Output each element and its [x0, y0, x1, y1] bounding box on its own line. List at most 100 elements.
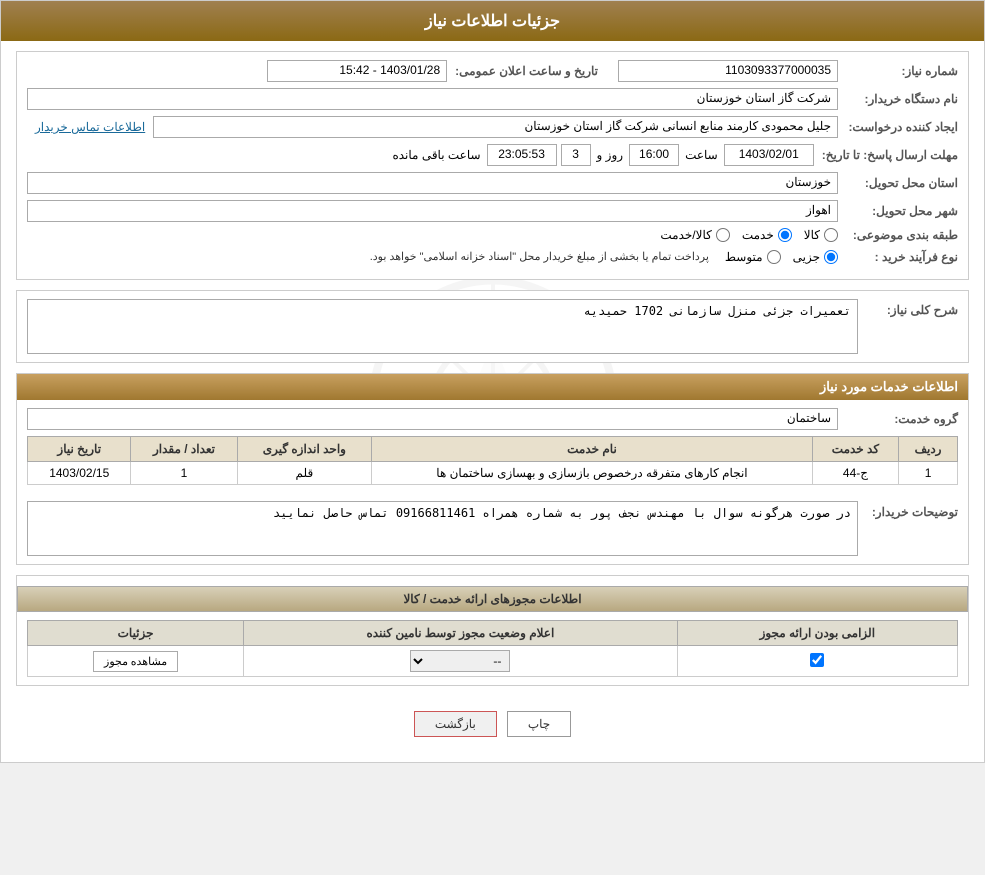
deadline-days: 3 — [561, 144, 591, 166]
purchase-type-note: پرداخت تمام یا بخشی از مبلغ خریدار محل "… — [364, 248, 715, 265]
service-group-label: گروه خدمت: — [838, 412, 958, 426]
perm-required-cell — [677, 646, 957, 677]
purchase-jozi-label: جزیی — [793, 250, 820, 264]
perm-col-status: اعلام وضعیت مجوز توسط نامین کننده — [244, 621, 677, 646]
content-area: شماره نیاز: 1103093377000035 تاریخ و ساع… — [1, 41, 984, 762]
col-unit: واحد اندازه گیری — [237, 437, 372, 462]
buyer-label: نام دستگاه خریدار: — [838, 92, 958, 106]
buyer-notes-label: توضیحات خریدار: — [858, 501, 958, 519]
view-permit-button[interactable]: مشاهده مجوز — [93, 651, 178, 672]
province-row: استان محل تحویل: خوزستان — [27, 172, 958, 194]
category-khedmat-label: خدمت — [742, 228, 774, 242]
perm-col-details: جزئیات — [28, 621, 244, 646]
announce-label: تاریخ و ساعت اعلان عمومی: — [447, 64, 598, 78]
category-khedmat-radio[interactable] — [778, 228, 792, 242]
purchase-type-label: نوع فرآیند خرید : — [838, 250, 958, 264]
category-kala[interactable]: کالا — [804, 228, 838, 242]
main-info-section: شماره نیاز: 1103093377000035 تاریخ و ساع… — [16, 51, 969, 280]
services-table-section: ردیف کد خدمت نام خدمت واحد اندازه گیری ت… — [27, 436, 958, 485]
city-label: شهر محل تحویل: — [838, 204, 958, 218]
need-description-section: شرح کلی نیاز: — [16, 290, 969, 363]
print-button[interactable]: چاپ — [507, 711, 571, 737]
services-table: ردیف کد خدمت نام خدمت واحد اندازه گیری ت… — [27, 436, 958, 485]
page-title: جزئیات اطلاعات نیاز — [1, 1, 984, 41]
purchase-type-row: نوع فرآیند خرید : جزیی متوسط پرداخت — [27, 248, 958, 265]
perm-status-select[interactable]: -- — [410, 650, 510, 672]
services-section: اطلاعات خدمات مورد نیاز گروه خدمت: ساختم… — [16, 373, 969, 565]
purchase-motavaset-label: متوسط — [725, 250, 763, 264]
city-row: شهر محل تحویل: اهواز — [27, 200, 958, 222]
buyer-row: نام دستگاه خریدار: شرکت گاز استان خوزستا… — [27, 88, 958, 110]
deadline-day-label: روز و — [591, 146, 630, 164]
province-value: خوزستان — [27, 172, 838, 194]
back-button[interactable]: بازگشت — [414, 711, 497, 737]
services-body: گروه خدمت: ساختمان ردیف کد خدمت نام خدمت… — [17, 400, 968, 493]
cell-service-name: انجام کارهای متفرقه درخصوص بازسازی و بهس… — [372, 462, 813, 485]
cell-row-num: 1 — [899, 462, 958, 485]
province-label: استان محل تحویل: — [838, 176, 958, 190]
purchase-jozi-radio[interactable] — [824, 250, 838, 264]
col-service-name: نام خدمت — [372, 437, 813, 462]
announce-row: شماره نیاز: 1103093377000035 تاریخ و ساع… — [27, 60, 958, 82]
permissions-header-row: الزامی بودن ارائه مجوز اعلام وضعیت مجوز … — [28, 621, 958, 646]
perm-col-required: الزامی بودن ارائه مجوز — [677, 621, 957, 646]
table-row: 1 ج-44 انجام کارهای متفرقه درخصوص بازساز… — [28, 462, 958, 485]
service-group-value: ساختمان — [27, 408, 838, 430]
deadline-row: مهلت ارسال پاسخ: تا تاریخ: 1403/02/01 سا… — [27, 144, 958, 166]
buyer-notes-row: توضیحات خریدار: — [17, 493, 968, 564]
category-radio-group: کالا خدمت کالا/خدمت — [660, 228, 838, 242]
contact-link[interactable]: اطلاعات تماس خریدار — [35, 120, 145, 134]
permissions-section: اطلاعات مجوزهای ارائه خدمت / کالا الزامی… — [16, 575, 969, 686]
category-kala-label: کالا — [804, 228, 820, 242]
cell-date: 1403/02/15 — [28, 462, 131, 485]
permissions-title: اطلاعات مجوزهای ارائه خدمت / کالا — [17, 586, 968, 612]
permissions-body: الزامی بودن ارائه مجوز اعلام وضعیت مجوز … — [17, 612, 968, 685]
services-header: اطلاعات خدمات مورد نیاز — [17, 374, 968, 400]
cell-quantity: 1 — [131, 462, 237, 485]
perm-required-checkbox[interactable] — [810, 653, 824, 667]
announce-value: 1403/01/28 - 15:42 — [267, 60, 447, 82]
deadline-time: 16:00 — [629, 144, 679, 166]
permissions-table: الزامی بودن ارائه مجوز اعلام وضعیت مجوز … — [27, 620, 958, 677]
need-description-row: شرح کلی نیاز: — [17, 291, 968, 362]
deadline-time-label: ساعت — [679, 146, 724, 164]
purchase-motavaset-radio[interactable] — [767, 250, 781, 264]
deadline-date: 1403/02/01 — [724, 144, 814, 166]
city-value: اهواز — [27, 200, 838, 222]
main-content: شماره نیاز: 1103093377000035 تاریخ و ساع… — [16, 51, 969, 752]
page-wrapper: جزئیات اطلاعات نیاز شماره نیاز: 11030933… — [0, 0, 985, 763]
cell-unit: قلم — [237, 462, 372, 485]
category-kala-khedmat-label: کالا/خدمت — [660, 228, 711, 242]
action-buttons: چاپ بازگشت — [16, 696, 969, 752]
purchase-type-radio-group: جزیی متوسط — [725, 250, 838, 264]
category-row: طبقه بندی موضوعی: کالا خدمت — [27, 228, 958, 242]
main-info-body: شماره نیاز: 1103093377000035 تاریخ و ساع… — [17, 52, 968, 279]
cell-service-code: ج-44 — [812, 462, 898, 485]
purchase-jozi[interactable]: جزیی — [793, 250, 838, 264]
creator-row: ایجاد کننده درخواست: جلیل محمودی کارمند … — [27, 116, 958, 138]
deadline-remaining: 23:05:53 — [487, 144, 557, 166]
category-kala-khedmat-radio[interactable] — [716, 228, 730, 242]
col-row-num: ردیف — [899, 437, 958, 462]
need-description-textarea[interactable] — [27, 299, 858, 354]
creator-value: جلیل محمودی کارمند منابع انسانی شرکت گاز… — [153, 116, 838, 138]
perm-status-cell: -- — [244, 646, 677, 677]
table-header-row: ردیف کد خدمت نام خدمت واحد اندازه گیری ت… — [28, 437, 958, 462]
service-group-row: گروه خدمت: ساختمان — [27, 408, 958, 430]
col-service-code: کد خدمت — [812, 437, 898, 462]
permissions-row: -- مشاهده مجوز — [28, 646, 958, 677]
perm-details-cell: مشاهده مجوز — [28, 646, 244, 677]
buyer-notes-textarea[interactable] — [27, 501, 858, 556]
deadline-remaining-label: ساعت باقی مانده — [386, 146, 486, 164]
category-label: طبقه بندی موضوعی: — [838, 228, 958, 242]
purchase-motavaset[interactable]: متوسط — [725, 250, 781, 264]
category-khedmat[interactable]: خدمت — [742, 228, 792, 242]
creator-label: ایجاد کننده درخواست: — [838, 120, 958, 134]
category-kala-radio[interactable] — [824, 228, 838, 242]
col-date: تاریخ نیاز — [28, 437, 131, 462]
need-number-label: شماره نیاز: — [838, 64, 958, 78]
category-kala-khedmat[interactable]: کالا/خدمت — [660, 228, 729, 242]
deadline-label: مهلت ارسال پاسخ: تا تاریخ: — [814, 148, 958, 162]
need-number-value: 1103093377000035 — [618, 60, 838, 82]
need-description-label: شرح کلی نیاز: — [858, 299, 958, 317]
